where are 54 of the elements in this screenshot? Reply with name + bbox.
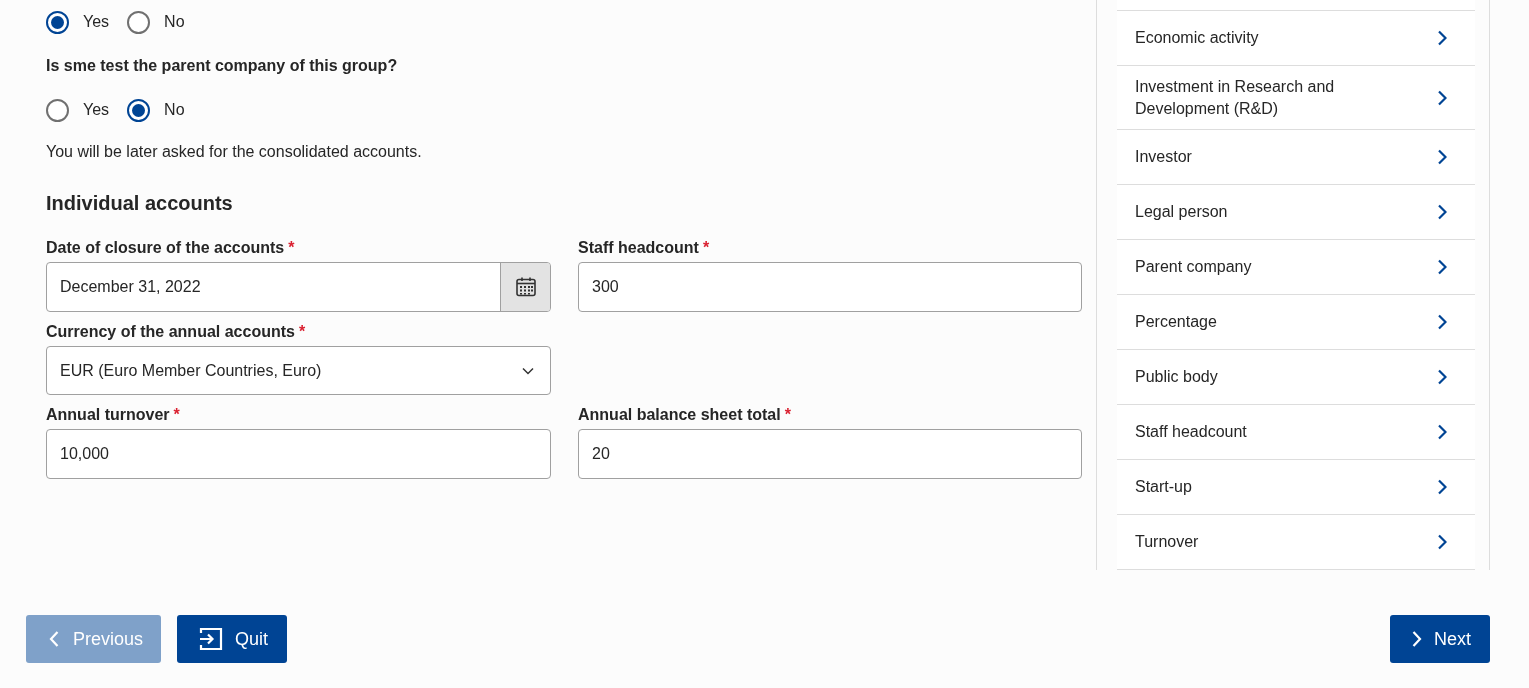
radio-button[interactable]	[127, 10, 151, 34]
chevron-right-icon	[1437, 369, 1447, 385]
chevron-right-icon	[1437, 204, 1447, 220]
required-mark: *	[173, 406, 180, 423]
section-title: Individual accounts	[46, 191, 234, 216]
radio-button[interactable]	[46, 10, 69, 34]
chevron-down-icon	[522, 366, 534, 375]
field-label: Annual balance sheet total	[578, 406, 781, 423]
quit-button[interactable]: Quit	[177, 615, 288, 663]
chevron-right-icon	[1437, 149, 1447, 165]
chevron-right-icon	[1437, 479, 1447, 495]
exit-icon	[199, 627, 224, 651]
sidebar-item[interactable]: Public body	[1117, 350, 1475, 405]
radio-label[interactable]: No	[164, 98, 185, 122]
input-field[interactable]: 300	[578, 262, 1082, 312]
required-mark: *	[298, 323, 306, 340]
next-button[interactable]: Next	[1390, 615, 1490, 663]
sidebar-item[interactable]: Parent company	[1117, 240, 1475, 295]
field-label: Annual turnover	[46, 406, 170, 423]
required-mark: *	[702, 239, 710, 256]
radio-button[interactable]	[127, 98, 151, 122]
required-mark: *	[288, 239, 295, 256]
chevron-right-icon	[1437, 259, 1447, 275]
sidebar-item[interactable]: Turnover	[1117, 515, 1475, 570]
sidebar-item[interactable]: Start-up	[1117, 460, 1475, 515]
field-label: Currency of the annual accounts	[46, 323, 295, 340]
dropdown-field[interactable]: EUR (Euro Member Countries, Euro)	[46, 346, 551, 395]
field-label: Staff headcount	[578, 239, 699, 256]
sidebar-item[interactable]: Investor	[1117, 130, 1475, 185]
chevron-right-icon	[1412, 630, 1422, 648]
input-field[interactable]: 20	[578, 429, 1082, 479]
chevron-left-icon	[49, 630, 59, 648]
radio-label[interactable]: Yes	[83, 10, 110, 34]
calendar-icon	[514, 276, 537, 298]
chevron-right-icon	[1437, 30, 1447, 46]
chevron-right-icon	[1437, 89, 1447, 106]
required-mark: *	[784, 406, 791, 423]
chevron-right-icon	[1437, 534, 1447, 550]
chevron-right-icon	[1437, 314, 1447, 330]
radio-label[interactable]: Yes	[83, 98, 110, 122]
chevron-right-icon	[1437, 424, 1447, 440]
field-label: Date of closure of the accounts	[46, 239, 285, 256]
date-field[interactable]: December 31, 2022	[46, 262, 551, 312]
sidebar-item[interactable]: Economic activity	[1117, 11, 1475, 66]
question-label: Is sme test the parent company of this group?	[46, 56, 399, 76]
input-field[interactable]: 10,000	[46, 429, 551, 479]
sidebar-item[interactable]: Staff headcount	[1117, 405, 1475, 460]
sidebar-item[interactable]: Legal person	[1117, 185, 1475, 240]
info-text: You will be later asked for the consolidated accounts.	[46, 142, 423, 162]
radio-button[interactable]	[46, 98, 69, 122]
calendar-button[interactable]	[500, 263, 550, 311]
radio-label[interactable]: No	[164, 10, 185, 34]
sidebar-item[interactable]: Percentage	[1117, 295, 1475, 350]
sidebar-item[interactable]: Investment in Research and Development (R&D)	[1117, 66, 1475, 130]
